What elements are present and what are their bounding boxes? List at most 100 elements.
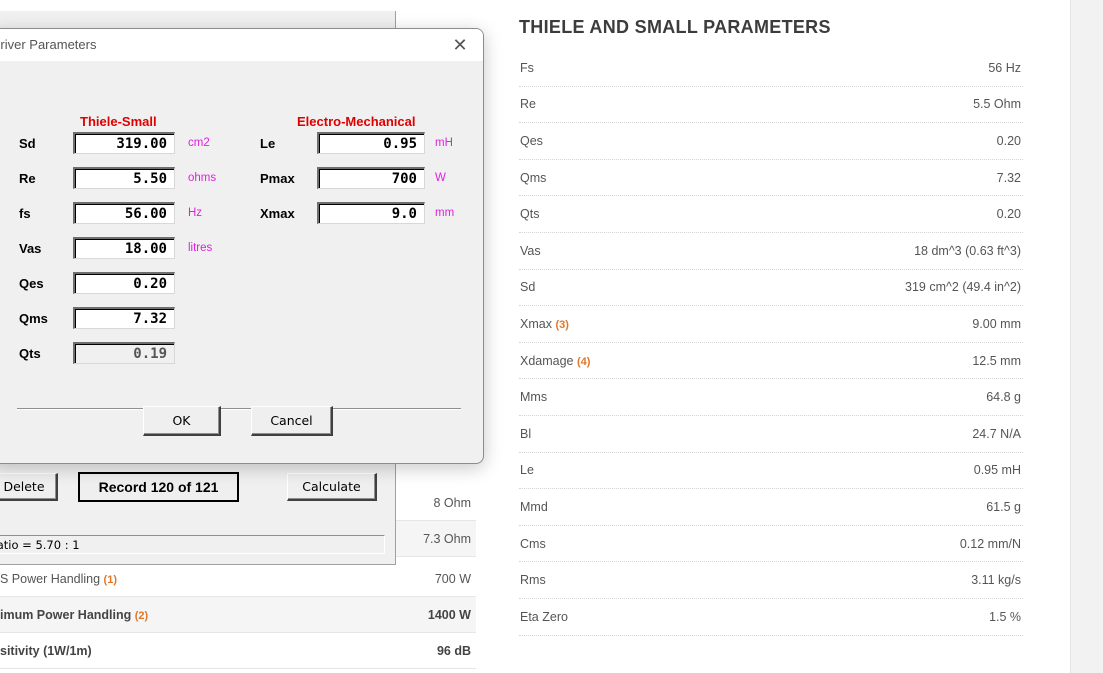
param-input-qms[interactable]: 7.32: [73, 307, 175, 329]
ts-param-name: Qms: [520, 170, 547, 185]
ts-param-name: Cms: [520, 536, 546, 551]
ts-param-value: 64.8 g: [986, 390, 1021, 405]
ts-param-label: Bl: [520, 427, 531, 441]
dialog-title: Driver Parameters: [0, 37, 97, 52]
page-gutter: [1070, 0, 1103, 673]
param-unit: litres: [188, 242, 213, 254]
ts-param-label: Sd: [520, 280, 535, 294]
ts-param-name: Re: [520, 97, 536, 112]
row-value: 700 W: [434, 571, 471, 586]
ts-row-fs: Fs 56 Hz: [519, 50, 1023, 87]
ts-param-label: Xmax (3): [520, 317, 569, 331]
calculate-button[interactable]: Calculate: [287, 473, 377, 501]
ts-param-name: Eta Zero: [520, 609, 568, 624]
ts-row-xdamage: Xdamage (4) 12.5 mm: [519, 343, 1023, 380]
param-input-sd[interactable]: 319.00: [73, 132, 175, 154]
driver-parameters-dialog: Driver Parameters ✕ Thiele-Small Electro…: [0, 28, 484, 464]
ts-param-value: 18 dm^3 (0.63 ft^3): [914, 243, 1021, 258]
ts-row-mmd: Mmd 61.5 g: [519, 489, 1023, 526]
ts-row-mms: Mms 64.8 g: [519, 379, 1023, 416]
dialog-separator: [17, 408, 461, 410]
ts-param-name: Le: [520, 463, 534, 478]
param-unit: ohms: [188, 172, 217, 184]
ts-param-value: 0.20: [996, 133, 1021, 148]
electro-mechanical-heading: Electro-Mechanical: [297, 114, 416, 129]
dialog-titlebar[interactable]: Driver Parameters ✕: [0, 29, 483, 61]
param-input-fs[interactable]: 56.00: [73, 202, 175, 224]
param-label: Xmax: [260, 206, 295, 221]
thiele-small-heading: Thiele-Small: [80, 114, 157, 129]
section-title: THIELE AND SMALL PARAMETERS: [519, 17, 831, 37]
table-row: imum Power Handling (2) 1400 W: [0, 597, 476, 633]
ts-param-name: Xmax: [520, 316, 552, 331]
param-input-vas[interactable]: 18.00: [73, 237, 175, 259]
param-unit: mm: [435, 207, 455, 219]
ts-param-value: 24.7 N/A: [972, 426, 1021, 441]
ts-param-value: 56 Hz: [988, 60, 1021, 75]
ts-param-name: Bl: [520, 426, 532, 441]
param-input-pmax[interactable]: 700: [317, 167, 425, 189]
param-label: Re: [19, 171, 36, 186]
ts-row-qts: Qts 0.20: [519, 196, 1023, 233]
ts-param-label: Fs: [520, 61, 534, 75]
ts-param-name: Xdamage: [520, 353, 574, 368]
ts-row-qms: Qms 7.32: [519, 160, 1023, 197]
ts-param-name: Qts: [520, 207, 540, 222]
ts-param-value: 7.32: [996, 170, 1021, 185]
ts-param-label: Xdamage (4): [520, 354, 590, 368]
table-row: sitivity (1W/1m) 96 dB: [0, 633, 476, 669]
ts-param-label: Cms: [520, 537, 546, 551]
footnote-ref[interactable]: (1): [104, 574, 117, 586]
ts-param-name: Sd: [520, 280, 536, 295]
ts-param-value: 0.20: [996, 207, 1021, 222]
cancel-button[interactable]: Cancel: [251, 406, 333, 436]
footnote-ref[interactable]: (2): [135, 610, 148, 622]
ts-param-label: Le: [520, 463, 534, 477]
record-indicator: Record 120 of 121: [78, 472, 239, 502]
row-value: 7.3 Ohm: [423, 531, 471, 546]
param-input-xmax[interactable]: 9.0: [317, 202, 425, 224]
ts-param-value: 12.5 mm: [972, 353, 1021, 368]
ts-row-rms: Rms 3.11 kg/s: [519, 562, 1023, 599]
ts-row-sd: Sd 319 cm^2 (49.4 in^2): [519, 270, 1023, 307]
window-top-strip: [0, 0, 397, 11]
param-label: Vas: [19, 241, 42, 256]
table-row: S Power Handling (1) 700 W: [0, 561, 476, 597]
close-icon[interactable]: ✕: [445, 33, 475, 57]
ts-param-label: Re: [520, 97, 536, 111]
ts-param-name: Vas: [520, 243, 541, 258]
row-value: 8 Ohm: [433, 495, 471, 510]
ts-param-value: 61.5 g: [986, 499, 1021, 514]
ts-param-label: Mmd: [520, 500, 548, 514]
ts-row-cms: Cms 0.12 mm/N: [519, 526, 1023, 563]
ts-param-name: Rms: [520, 573, 546, 588]
ts-param-name: Qes: [520, 133, 543, 148]
param-input-le[interactable]: 0.95: [317, 132, 425, 154]
footnote-ref[interactable]: (3): [555, 319, 568, 331]
ts-param-label: Qes: [520, 134, 543, 148]
param-input-qes[interactable]: 0.20: [73, 272, 175, 294]
delete-button[interactable]: Delete: [0, 473, 58, 501]
param-input-re[interactable]: 5.50: [73, 167, 175, 189]
param-input-qts: 0.19: [73, 342, 175, 364]
ts-param-label: Qts: [520, 207, 539, 221]
param-unit: W: [435, 172, 446, 184]
ts-param-value: 3.11 kg/s: [971, 573, 1021, 588]
param-label: Qms: [19, 311, 48, 326]
ts-row-le: Le 0.95 mH: [519, 453, 1023, 490]
ts-param-value: 5.5 Ohm: [973, 97, 1021, 112]
param-unit: Hz: [188, 207, 203, 219]
ok-button[interactable]: OK: [143, 406, 221, 436]
param-label: Qes: [19, 276, 44, 291]
param-unit: mH: [435, 137, 453, 149]
ts-row-bl: Bl 24.7 N/A: [519, 416, 1023, 453]
ts-param-label: Rms: [520, 573, 546, 587]
param-label: Le: [260, 136, 276, 151]
footnote-ref[interactable]: (4): [577, 356, 590, 368]
ts-param-value: 0.12 mm/N: [959, 536, 1021, 551]
ts-row-qes: Qes 0.20: [519, 123, 1023, 160]
param-label: Qts: [19, 346, 41, 361]
ts-param-name: Fs: [520, 60, 534, 75]
ts-row-eta-zero: Eta Zero 1.5 %: [519, 599, 1023, 636]
status-field: ratio = 5.70 : 1: [0, 535, 385, 554]
